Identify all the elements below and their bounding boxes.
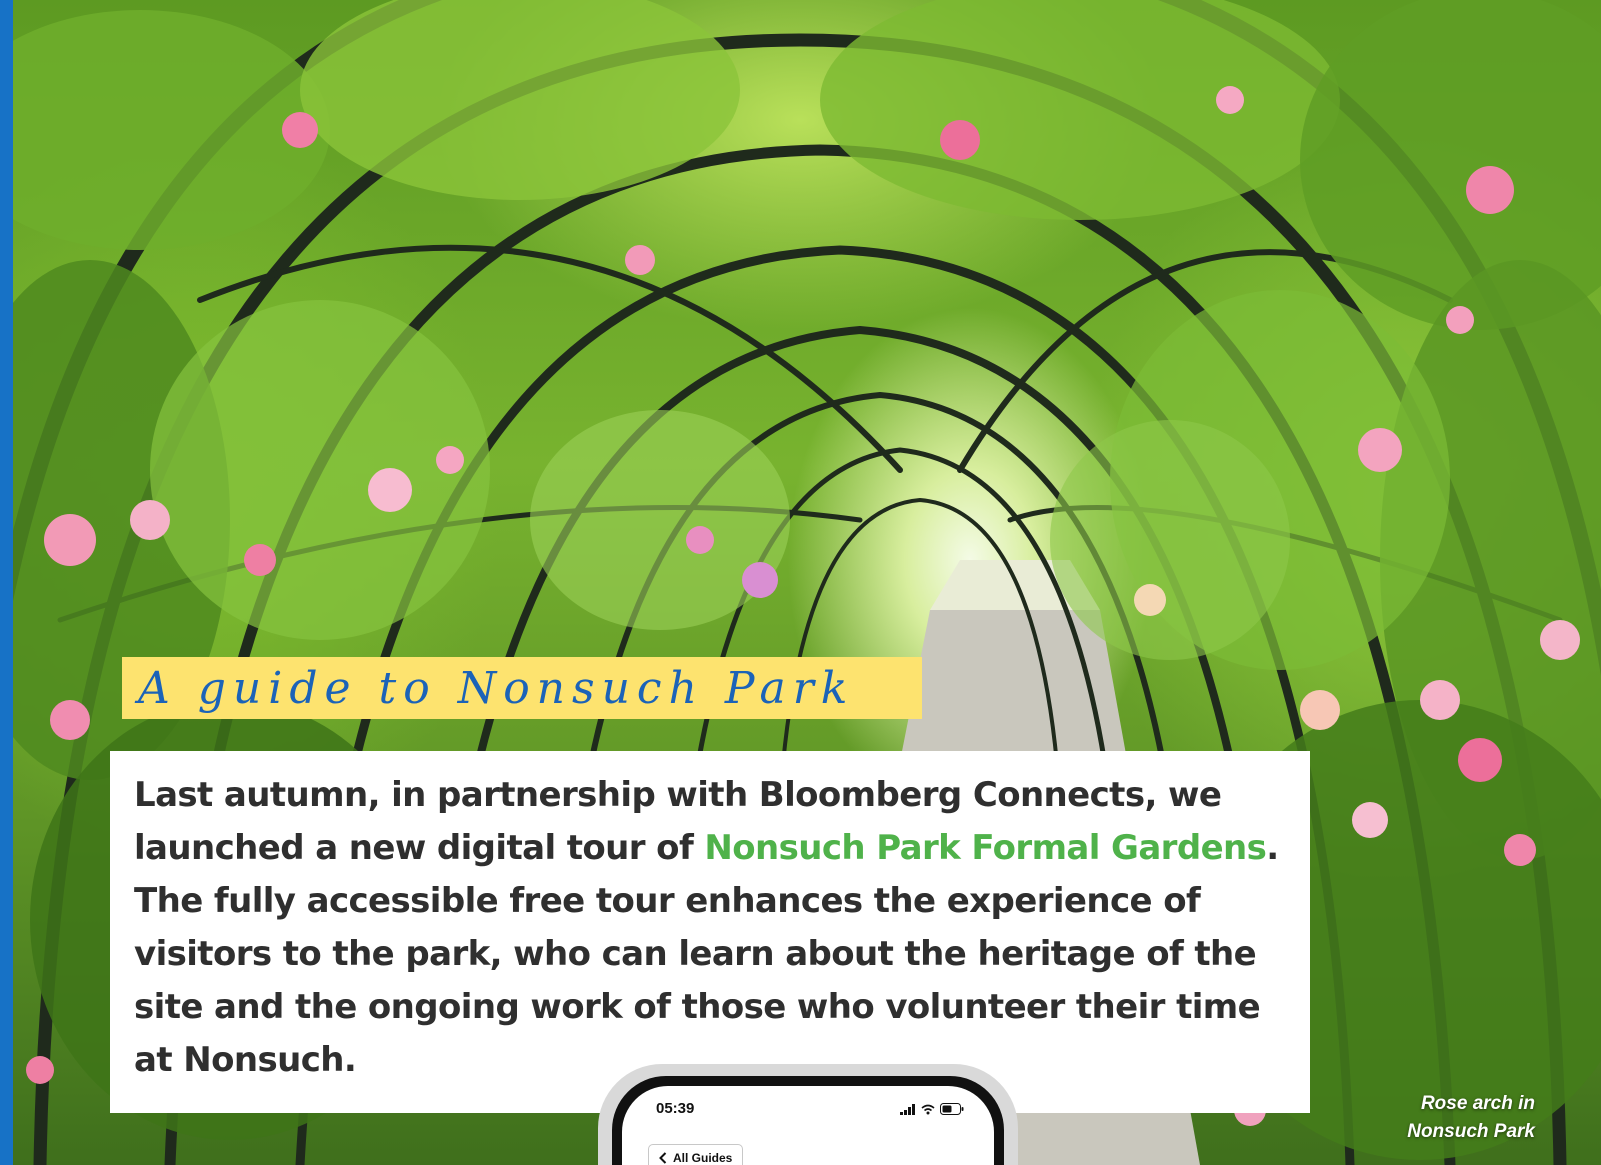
phone-screen: 05:39 All Guides [622,1086,994,1165]
caption-line-2: Nonsuch Park [1407,1121,1535,1142]
photo-page: A guide to Nonsuch Park Last autumn, in … [0,0,1601,1165]
phone-status-icons [900,1103,964,1115]
caption-line-1: Rose arch in [1420,1093,1535,1114]
left-accent-stripe [0,0,13,1165]
battery-icon [940,1103,964,1115]
phone-mockup: 05:39 All Guides [598,1064,1018,1165]
phone-bezel: 05:39 All Guides [612,1076,1004,1165]
all-guides-label: All Guides [673,1151,733,1165]
photo-caption: Rose arch in Nonsuch Park [1335,1090,1535,1146]
signal-icon [900,1103,915,1115]
intro-paragraph: Last autumn, in partnership with Bloombe… [134,769,1290,1087]
page-title: A guide to Nonsuch Park [138,662,855,714]
all-guides-button[interactable]: All Guides [648,1144,744,1165]
intro-text-card: Last autumn, in partnership with Bloombe… [110,751,1310,1113]
title-banner: A guide to Nonsuch Park [122,657,922,719]
phone-status-time: 05:39 [656,1100,695,1117]
chevron-left-icon [659,1152,667,1164]
wifi-icon [921,1104,935,1114]
nonsuch-park-formal-gardens-link[interactable]: Nonsuch Park Formal Gardens [704,828,1267,868]
